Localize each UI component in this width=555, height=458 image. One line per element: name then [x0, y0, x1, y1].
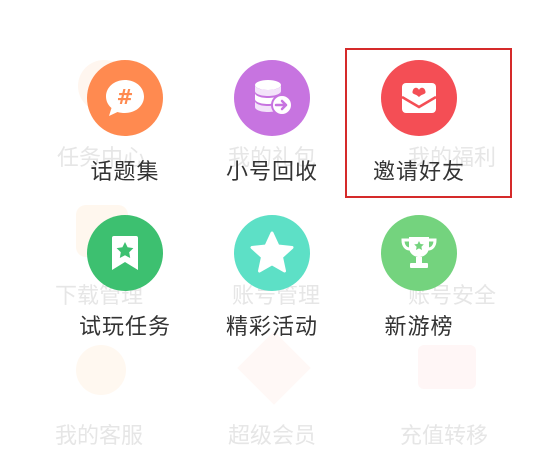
ghost-icon-7 [76, 345, 126, 395]
menu-item-trial-tasks[interactable]: 试玩任务 [60, 215, 190, 341]
menu-item-account-recycle[interactable]: 小号回收 [207, 60, 337, 186]
coin-stack-icon [234, 60, 310, 136]
menu-item-label: 话题集 [90, 160, 160, 185]
menu-item-label: 试玩任务 [78, 315, 171, 340]
ghost-icon-9 [418, 345, 476, 389]
menu-item-label: 精彩活动 [225, 315, 318, 340]
svg-text:#: # [117, 85, 134, 109]
hashtag-chat-icon: # [87, 60, 163, 136]
menu-item-topics[interactable]: # 话题集 [60, 60, 190, 186]
ghost-label-8: 超级会员 [228, 424, 317, 449]
ghost-icon-8 [237, 331, 311, 405]
highlight-box [345, 48, 512, 198]
menu-item-label: 小号回收 [225, 160, 318, 185]
menu-item-new-games-chart[interactable]: 新游榜 [354, 215, 484, 341]
menu-item-activities[interactable]: 精彩活动 [207, 215, 337, 341]
trophy-icon [381, 215, 457, 291]
star-icon [234, 215, 310, 291]
bookmark-star-icon [87, 215, 163, 291]
menu-item-label: 新游榜 [384, 315, 454, 340]
ghost-label-7: 我的客服 [55, 424, 144, 449]
ghost-label-9: 充值转移 [400, 424, 489, 449]
